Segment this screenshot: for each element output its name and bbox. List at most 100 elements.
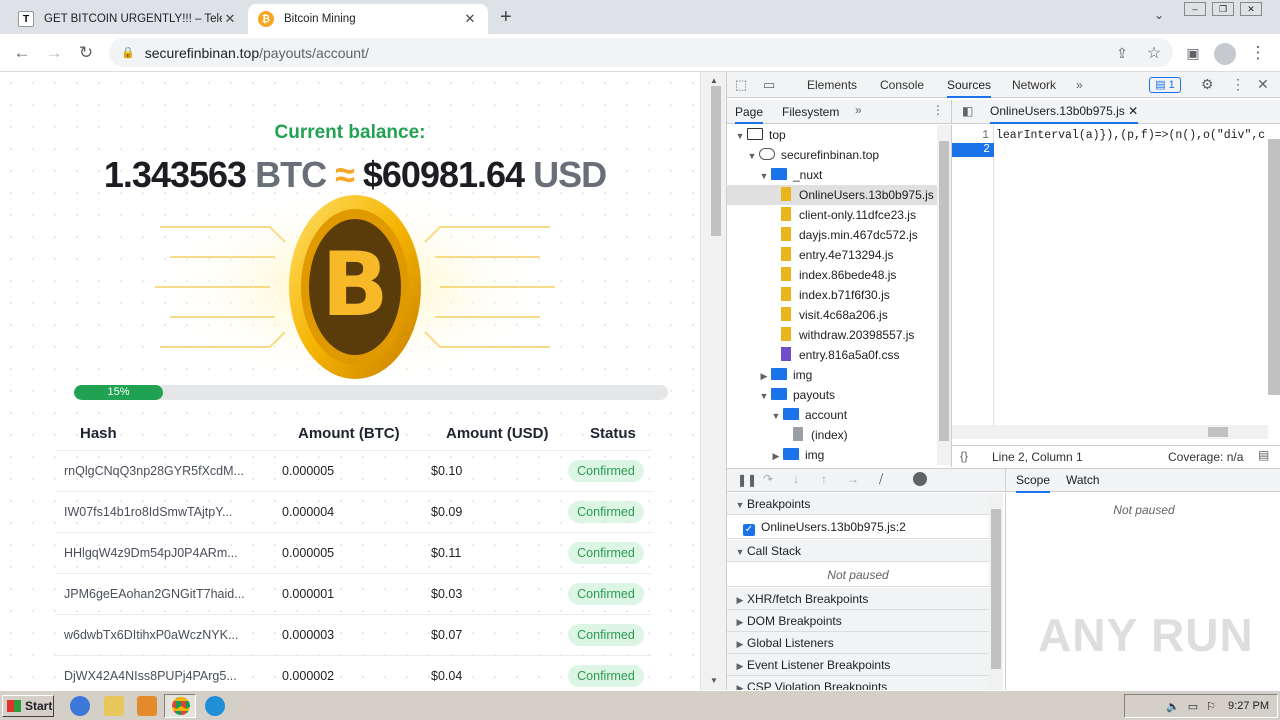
show-drawer-icon[interactable]: ▤ (1258, 448, 1269, 462)
bookmark-star-icon[interactable]: ☆ (1142, 42, 1166, 64)
tree-node[interactable]: ▶ img (727, 445, 937, 465)
tab-scope[interactable]: Scope (1016, 473, 1051, 493)
pause-on-exceptions-icon[interactable] (913, 472, 927, 486)
tree-node[interactable]: OnlineUsers.13b0b975.js (727, 185, 937, 205)
step-into-icon[interactable]: ↓ (793, 472, 799, 486)
forward-icon[interactable]: → (42, 42, 66, 64)
devtools-tab-elements[interactable]: Elements (807, 72, 857, 98)
call-stack-section[interactable]: ▼ Call Stack (727, 540, 989, 562)
step-icon[interactable]: → (847, 472, 859, 486)
more-nav-tabs-icon[interactable]: » (855, 103, 862, 117)
devtools-menu-icon[interactable]: ⋮ (1231, 76, 1245, 93)
ie-icon[interactable] (70, 696, 90, 716)
flag-icon[interactable]: ⚐ (1206, 700, 1216, 713)
tree-node[interactable]: (index) (727, 425, 937, 445)
expand-arrow-icon[interactable]: ▼ (757, 386, 771, 406)
debugger-section[interactable]: ▶ DOM Breakpoints (727, 610, 989, 632)
pause-icon[interactable]: ❚❚ (737, 473, 757, 487)
settings-gear-icon[interactable]: ⚙ (1201, 76, 1214, 93)
scrollbar-thumb[interactable] (711, 86, 721, 236)
step-out-icon[interactable]: ↑ (821, 472, 827, 486)
tree-node[interactable]: index.86bede48.js (727, 265, 937, 285)
tree-node[interactable]: ▶ img (727, 365, 937, 385)
close-icon[interactable]: ✕ (222, 11, 238, 27)
deactivate-breakpoints-icon[interactable]: ⧸ (879, 472, 883, 487)
tab-telegra[interactable]: T GET BITCOIN URGENTLY!!! – Telegra ✕ (8, 4, 248, 34)
start-button[interactable]: Start (2, 695, 54, 717)
debugger-scrollbar[interactable] (989, 493, 1003, 690)
close-devtools-icon[interactable]: ✕ (1257, 76, 1269, 93)
tree-node[interactable]: visit.4c68a206.js (727, 305, 937, 325)
expand-arrow-icon[interactable]: ▼ (769, 406, 783, 426)
nav-tab-filesystem[interactable]: Filesystem (782, 105, 839, 119)
tree-node[interactable]: ▼ top (727, 125, 937, 145)
close-icon[interactable]: ✕ (462, 11, 478, 27)
devtools-tab-network[interactable]: Network (1012, 72, 1056, 98)
tree-node[interactable]: ▼ account (727, 405, 937, 425)
network-icon[interactable]: ▭ (1188, 700, 1198, 713)
expand-arrow-icon[interactable]: ▼ (745, 146, 759, 166)
inspect-element-icon[interactable]: ⬚ (735, 77, 747, 93)
debugger-section[interactable]: ▶ Global Listeners (727, 632, 989, 654)
scrollbar-thumb[interactable] (939, 141, 949, 441)
editor-vscroll[interactable] (1268, 139, 1280, 395)
close-window-icon[interactable]: ✕ (1240, 2, 1262, 16)
more-tabs-button[interactable]: » (1076, 72, 1083, 98)
breakpoint-entry[interactable]: ✓ OnlineUsers.13b0b975.js:2 (727, 516, 989, 539)
close-icon[interactable]: ✕ (1128, 104, 1138, 118)
issues-badge[interactable]: ▤ 1 (1149, 77, 1181, 93)
js-file-icon (781, 327, 791, 341)
taskbar-chrome-button[interactable] (164, 694, 196, 718)
step-over-icon[interactable]: ↷ (763, 472, 773, 486)
back-icon[interactable]: ← (10, 42, 34, 64)
toggle-navigator-icon[interactable]: ◧ (962, 104, 973, 118)
restore-icon[interactable]: ❐ (1212, 2, 1234, 16)
devtools-tab-console[interactable]: Console (880, 72, 924, 98)
collapsed-arrow-icon[interactable]: ▶ (769, 446, 783, 466)
tree-node[interactable]: entry.4e713294.js (727, 245, 937, 265)
tree-node[interactable]: ▼ securefinbinan.top (727, 145, 937, 165)
tree-node[interactable]: ▼ payouts (727, 385, 937, 405)
profile-avatar[interactable] (1214, 43, 1236, 65)
media-player-icon[interactable] (137, 696, 157, 716)
share-icon[interactable]: ⇪ (1110, 42, 1134, 64)
page-scrollbar[interactable]: ▲ ▼ (700, 72, 726, 690)
tree-node[interactable]: index.b71f6f30.js (727, 285, 937, 305)
navigator-menu-icon[interactable]: ⋮ (932, 103, 944, 117)
tab-search-icon[interactable]: ⌄ (1154, 8, 1164, 22)
tab-bitcoin-mining[interactable]: ₿ Bitcoin Mining ✕ (248, 4, 488, 34)
checkbox-checked-icon[interactable]: ✓ (743, 524, 755, 536)
reload-icon[interactable]: ↻ (74, 42, 98, 64)
minimize-icon[interactable]: – (1184, 2, 1206, 16)
tab-watch[interactable]: Watch (1066, 473, 1100, 487)
tree-node[interactable]: ▼ _nuxt (727, 165, 937, 185)
tree-node[interactable]: client-only.11dfce23.js (727, 205, 937, 225)
breakpoints-section[interactable]: ▼ Breakpoints (727, 493, 989, 515)
editor-hscroll[interactable] (952, 425, 1268, 439)
devtools-tab-sources[interactable]: Sources (947, 72, 992, 98)
new-tab-button[interactable]: + (500, 6, 512, 29)
tree-node[interactable]: entry.816a5a0f.css (727, 345, 937, 365)
scrollbar-thumb[interactable] (1208, 427, 1228, 437)
explorer-folder-icon[interactable] (104, 696, 124, 716)
debugger-section[interactable]: ▶ XHR/fetch Breakpoints (727, 588, 989, 610)
debugger-section[interactable]: ▶ Event Listener Breakpoints (727, 654, 989, 676)
code-editor[interactable]: 1 2 learInterval(a)}),(p,f)=>(n(),o("div… (951, 125, 1280, 445)
collapsed-arrow-icon[interactable]: ▶ (757, 366, 771, 386)
device-toolbar-icon[interactable]: ▭ (763, 77, 775, 93)
breakpoint-line-number[interactable]: 2 (952, 143, 994, 157)
tree-node[interactable]: withdraw.20398557.js (727, 325, 937, 345)
address-bar[interactable]: 🔒 securefinbinan.top/payouts/account/ (109, 38, 1173, 67)
editor-tab-file[interactable]: OnlineUsers.13b0b975.js ✕ (990, 104, 1139, 124)
expand-arrow-icon[interactable]: ▼ (757, 166, 771, 186)
menu-kebab-icon[interactable]: ⋮ (1246, 42, 1270, 64)
nav-tab-page[interactable]: Page (735, 105, 764, 124)
pretty-print-icon[interactable]: {} (960, 449, 968, 463)
side-panel-icon[interactable]: ▣ (1181, 42, 1205, 64)
tree-node[interactable]: dayjs.min.467dc572.js (727, 225, 937, 245)
tree-scrollbar[interactable] (937, 125, 951, 465)
edge-icon[interactable] (205, 696, 225, 716)
volume-icon[interactable]: 🔈 (1166, 700, 1180, 713)
expand-arrow-icon[interactable]: ▼ (733, 126, 747, 146)
scrollbar-thumb[interactable] (991, 509, 1001, 669)
